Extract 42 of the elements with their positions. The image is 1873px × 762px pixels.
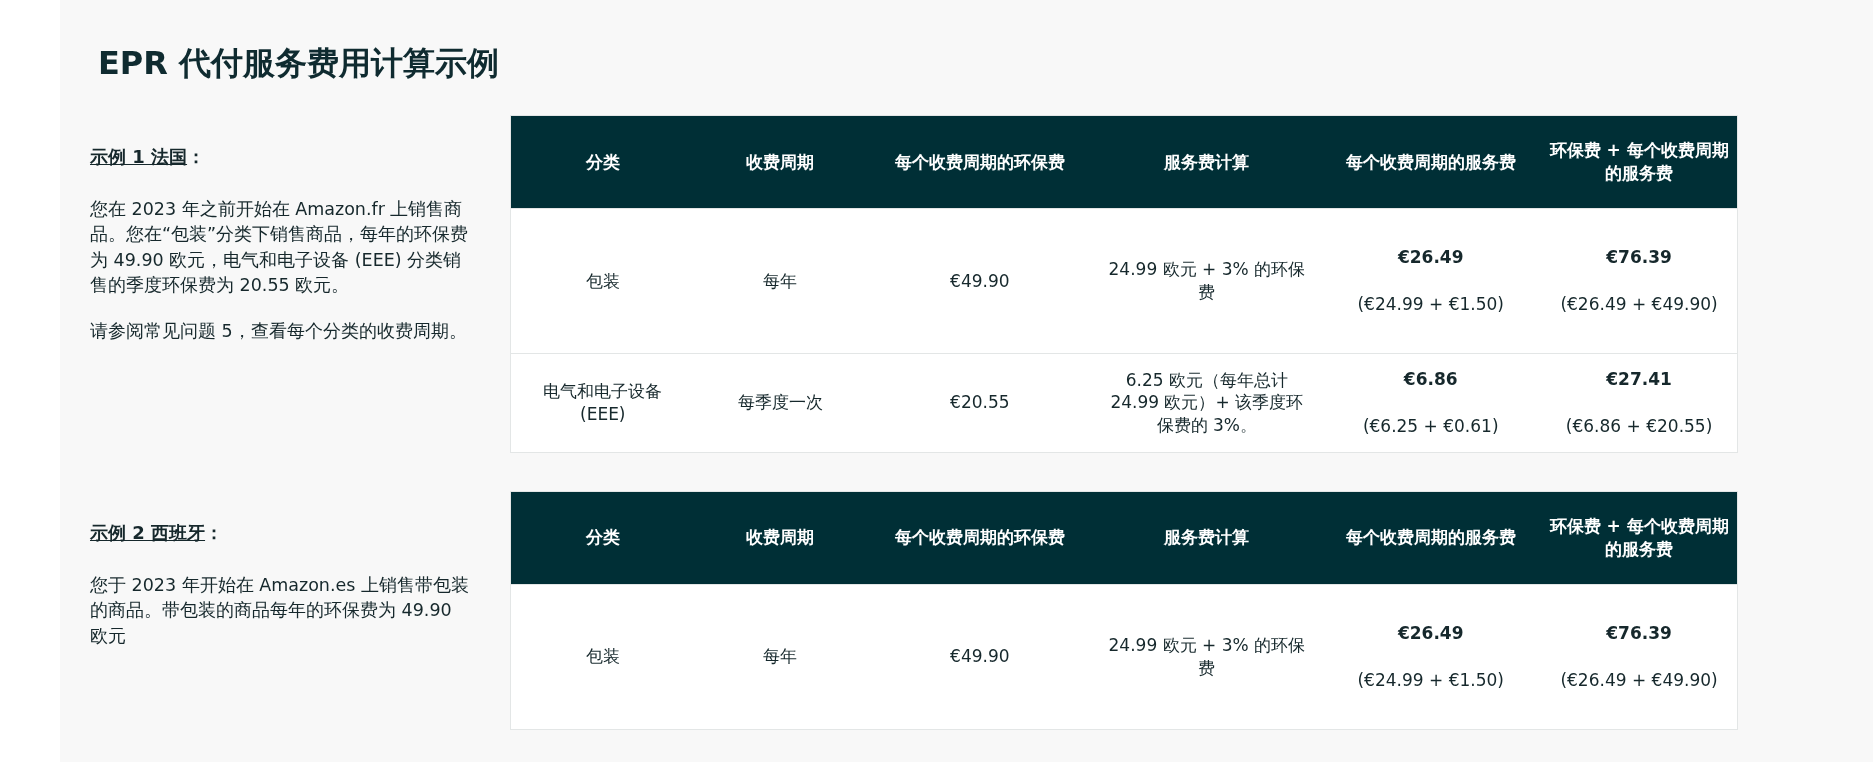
fee-amount: €76.39: [1605, 621, 1673, 645]
page-title: EPR 代付服务费用计算示例: [98, 43, 501, 84]
column-header: 收费周期: [694, 491, 867, 585]
table-cell: 每年: [694, 584, 867, 730]
table-cell: 每季度一次: [694, 353, 867, 453]
column-header: 服务费计算: [1093, 491, 1321, 585]
column-header: 每个收费周期的服务费: [1320, 115, 1542, 209]
column-header: 每个收费周期的环保费: [866, 115, 1094, 209]
table-cell: 6.25 欧元（每年总计 24.99 欧元）+ 该季度环保费的 3%。: [1093, 353, 1321, 453]
column-header: 每个收费周期的服务费: [1320, 491, 1542, 585]
column-header: 服务费计算: [1093, 115, 1321, 209]
table-cell: €49.90: [866, 584, 1094, 730]
example-description: 请参阅常见问题 5，查看每个分类的收费周期。: [90, 319, 468, 343]
table-cell: 每年: [694, 208, 867, 354]
example-heading: 示例 1 法国：: [90, 145, 207, 169]
table-cell: €49.90: [866, 208, 1094, 354]
fee-breakdown: (€24.99 + €1.50): [1356, 668, 1505, 692]
table-cell: €20.55: [866, 353, 1094, 453]
fee-breakdown: (€6.25 + €0.61): [1361, 414, 1500, 438]
fee-amount: €26.49: [1396, 621, 1465, 645]
table-cell: 包装: [510, 208, 695, 354]
column-header: 分类: [510, 115, 695, 209]
fee-breakdown: (€6.86 + €20.55): [1564, 414, 1714, 438]
column-header: 环保费 + 每个收费周期的服务费: [1541, 115, 1738, 209]
table-cell: 电气和电子设备 (EEE): [510, 353, 695, 453]
column-header: 收费周期: [694, 115, 867, 209]
fee-breakdown: (€26.49 + €49.90): [1559, 668, 1719, 692]
table-cell: 24.99 欧元 + 3% 的环保费: [1093, 208, 1321, 354]
fee-breakdown: (€24.99 + €1.50): [1356, 293, 1505, 316]
fee-amount: €26.49: [1396, 246, 1465, 269]
column-header: 每个收费周期的环保费: [866, 491, 1094, 585]
example-description: 您于 2023 年开始在 Amazon.es 上销售带包装的商品。带包装的商品每年的环保费为 49.90 欧元: [90, 573, 470, 648]
fee-amount: €27.41: [1605, 368, 1673, 391]
table-cell: 包装: [510, 584, 695, 730]
example-description: 您在 2023 年之前开始在 Amazon.fr 上销售商品。您在“包装”分类下销售商品，每年的环保费为 49.90 欧元，电气和电子设备 (EEE) 分类销售的季度环保费为 20.55 欧元。: [90, 198, 470, 298]
table-cell: 24.99 欧元 + 3% 的环保费: [1093, 584, 1321, 730]
fee-amount: €6.86: [1402, 368, 1459, 391]
example-heading: 示例 2 西班牙：: [90, 520, 225, 545]
column-header: 环保费 + 每个收费周期的服务费: [1541, 491, 1738, 585]
column-header: 分类: [510, 491, 695, 585]
fee-amount: €76.39: [1605, 246, 1673, 269]
fee-breakdown: (€26.49 + €49.90): [1559, 293, 1719, 316]
